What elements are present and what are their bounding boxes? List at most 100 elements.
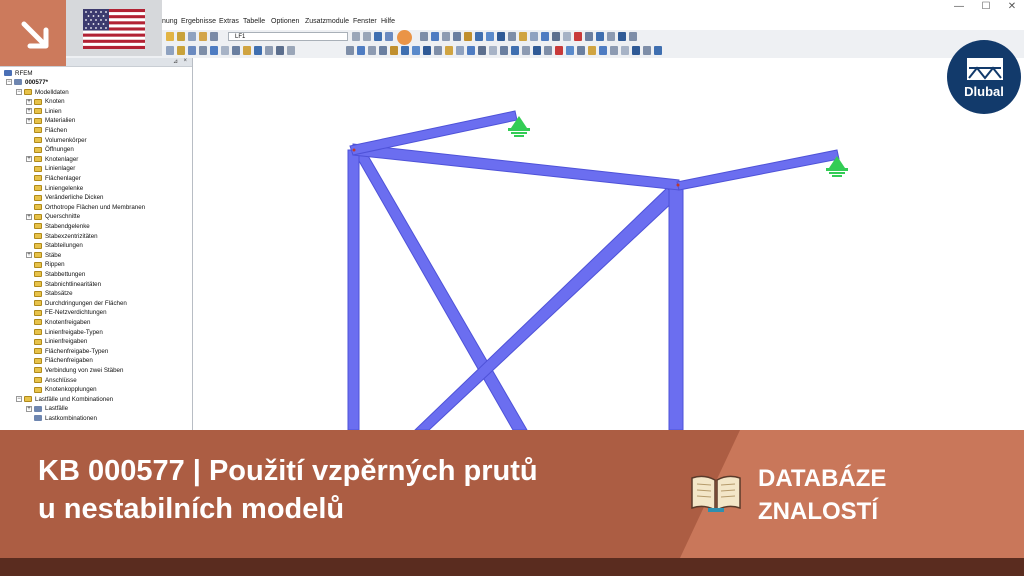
view-icon-20[interactable] — [629, 32, 637, 41]
tree-project[interactable]: −000577* — [6, 78, 48, 87]
navigator-close-button[interactable]: × — [183, 58, 187, 64]
tool-icon-2[interactable] — [357, 46, 365, 55]
menu-tabelle[interactable]: Tabelle — [243, 18, 265, 25]
view-icon-7[interactable] — [486, 32, 494, 41]
tool-icon-13[interactable] — [478, 46, 486, 55]
view-icon-4[interactable] — [453, 32, 461, 41]
tool-icon-11[interactable] — [456, 46, 464, 55]
tool-icon-6[interactable] — [401, 46, 409, 55]
tool-icon-22[interactable] — [577, 46, 585, 55]
tool-icon-20[interactable] — [555, 46, 563, 55]
tree-item[interactable]: Stabbettungen — [34, 270, 85, 279]
tool-icon-21[interactable] — [566, 46, 574, 55]
view-icon-17[interactable] — [596, 32, 604, 41]
tool-icon-5[interactable] — [390, 46, 398, 55]
tree-item[interactable]: FE-Netzverdichtungen — [34, 308, 107, 317]
view-icon-12[interactable] — [541, 32, 549, 41]
cantilever-left[interactable] — [349, 110, 518, 156]
tool-icon-28[interactable] — [643, 46, 651, 55]
tree-item[interactable]: + Knotenlager — [26, 155, 78, 164]
expand-icon[interactable]: + — [26, 213, 32, 220]
tree-item[interactable]: Lastkombinationen — [34, 414, 97, 423]
tree-item[interactable]: Knotenkopplungen — [34, 385, 97, 394]
tool-icon-12[interactable] — [467, 46, 475, 55]
model-view[interactable] — [193, 58, 1024, 431]
tree-item[interactable]: + Knoten — [26, 97, 65, 106]
view-icon-14[interactable] — [563, 32, 571, 41]
tool-icon-24[interactable] — [599, 46, 607, 55]
column-left[interactable] — [347, 149, 360, 431]
view-icon-11[interactable] — [530, 32, 538, 41]
solid-icon[interactable] — [221, 46, 229, 55]
view-icon-8[interactable] — [497, 32, 505, 41]
close-window-button[interactable]: ✕ — [1000, 1, 1024, 12]
tree-item-lastfaelle-kombinationen[interactable]: − Lastfälle und Kombinationen — [16, 395, 113, 404]
dimension-icon[interactable] — [287, 46, 295, 55]
view-icon-16[interactable] — [585, 32, 593, 41]
node-icon[interactable] — [188, 46, 196, 55]
menu-ergebnisse[interactable]: Ergebnisse — [181, 18, 216, 25]
select-icon[interactable] — [166, 46, 174, 55]
next-icon[interactable] — [363, 32, 371, 41]
tree-item[interactable]: Rippen — [34, 260, 65, 269]
collapse-icon[interactable]: − — [16, 88, 22, 95]
tree-item[interactable]: Flächenfreigaben — [34, 356, 93, 365]
menu-berechnung[interactable]: nung — [162, 18, 178, 25]
language-tile[interactable] — [66, 0, 162, 56]
tool-icon-29[interactable] — [654, 46, 662, 55]
tool-icon-10[interactable] — [445, 46, 453, 55]
view-icon-3[interactable] — [442, 32, 450, 41]
tree-item[interactable]: Linienfreigaben — [34, 337, 87, 346]
view-icon-1[interactable] — [420, 32, 428, 41]
tree-item[interactable]: Knotenfreigaben — [34, 318, 90, 327]
maximize-button[interactable]: ☐ — [974, 1, 998, 12]
dlubal-logo[interactable]: Dlubal — [947, 40, 1021, 114]
view-icon-13[interactable] — [552, 32, 560, 41]
tree-item[interactable]: Flächen — [34, 126, 67, 135]
view-icon-10[interactable] — [519, 32, 527, 41]
tool-icon-18[interactable] — [533, 46, 541, 55]
tree-item[interactable]: + Querschnitte — [26, 212, 80, 221]
member-icon[interactable] — [177, 46, 185, 55]
tree-item[interactable]: Verbindung von zwei Stäben — [34, 366, 123, 375]
tool-icon-23[interactable] — [588, 46, 596, 55]
tree-item[interactable]: + Lastfälle — [26, 404, 68, 413]
expand-icon[interactable]: + — [26, 156, 32, 163]
collapse-icon[interactable]: − — [6, 79, 12, 86]
previous-icon[interactable] — [352, 32, 360, 41]
table-icon[interactable] — [210, 32, 218, 41]
tree-item[interactable]: Linienfreigabe-Typen — [34, 328, 103, 337]
expand-icon[interactable]: + — [26, 405, 32, 412]
tool-icon-1[interactable] — [346, 46, 354, 55]
load-case-select[interactable]: LF1 — [228, 32, 348, 41]
tree-item[interactable]: Volumenkörper — [34, 136, 87, 145]
tree-item[interactable]: Flächenlager — [34, 174, 81, 183]
snap-icon[interactable] — [276, 46, 284, 55]
tree-item[interactable]: Stabnichtlinearitäten — [34, 280, 101, 289]
line-icon[interactable] — [199, 46, 207, 55]
grid-icon[interactable] — [265, 46, 273, 55]
view-icon-2[interactable] — [431, 32, 439, 41]
tree-item[interactable]: Stabteilungen — [34, 241, 83, 250]
brace-member-1[interactable] — [354, 153, 528, 431]
collapse-icon[interactable]: − — [16, 396, 22, 403]
expand-icon[interactable]: + — [26, 252, 32, 259]
hinge-icon[interactable] — [243, 46, 251, 55]
expand-icon[interactable]: + — [26, 108, 32, 115]
tree-item[interactable]: Durchdringungen der Flächen — [34, 299, 127, 308]
tool-icon-25[interactable] — [610, 46, 618, 55]
pin-icon[interactable]: ⊿ — [173, 58, 178, 65]
tool-icon-3[interactable] — [368, 46, 376, 55]
tree-item[interactable]: Stabexzentrizitäten — [34, 232, 98, 241]
save-icon[interactable] — [177, 32, 185, 41]
open-icon[interactable] — [166, 32, 174, 41]
minimize-button[interactable]: — — [947, 1, 971, 12]
tree-item[interactable]: Linienlager — [34, 164, 75, 173]
view-icon-18[interactable] — [607, 32, 615, 41]
tool-icon-15[interactable] — [500, 46, 508, 55]
model-data-icon[interactable] — [199, 32, 207, 41]
tool-icon-19[interactable] — [544, 46, 552, 55]
node-marker[interactable] — [352, 148, 356, 152]
print-icon[interactable] — [188, 32, 196, 41]
menu-extras[interactable]: Extras — [219, 18, 239, 25]
